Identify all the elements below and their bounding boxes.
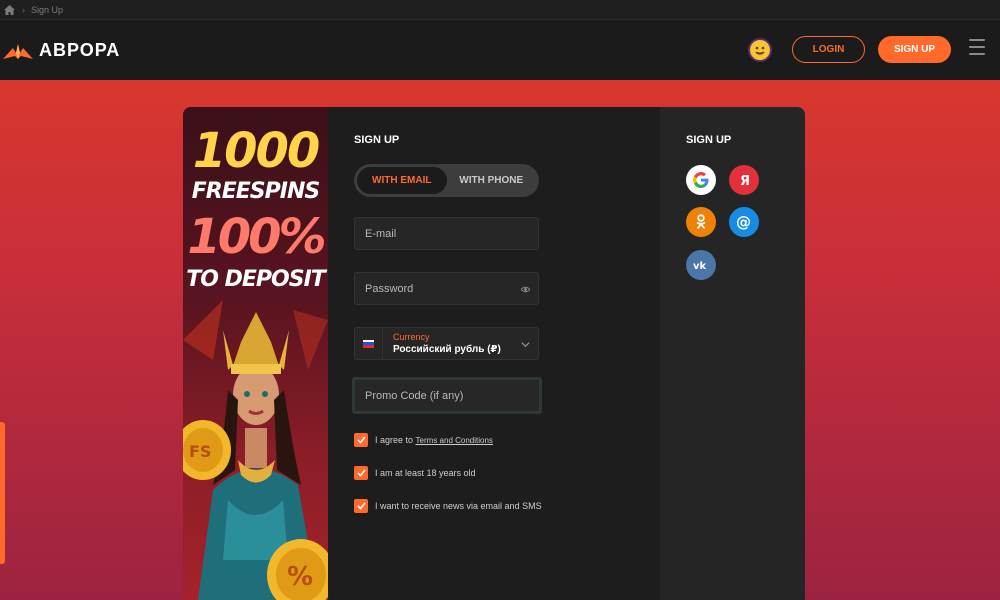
emoji-avatar-icon[interactable] [748,38,772,62]
currency-label: Currency [393,332,430,342]
google-signup-icon[interactable] [686,165,716,195]
home-icon[interactable] [4,4,16,16]
vk-signup-icon[interactable]: vk [686,250,716,280]
password-field-wrapper [354,272,539,305]
promo-character-illustration: FS % [183,300,328,600]
mail-signup-icon[interactable]: @ [729,207,759,237]
svg-text:Я: Я [740,174,749,187]
login-button[interactable]: LOGIN [792,36,865,63]
promo-freespins-count: 1000 [192,123,321,179]
news-checkbox[interactable] [354,499,368,513]
tab-with-email[interactable]: WITH EMAIL [357,167,447,194]
news-checkbox-row: I want to receive news via email and SMS [354,499,542,513]
signup-header-button[interactable]: SIGN UP [878,36,951,63]
terms-text: I agree to [375,435,414,445]
age-checkbox[interactable] [354,466,368,480]
promo-deposit-percent: 100% [187,209,326,265]
logo-icon [3,43,33,59]
show-password-icon[interactable] [521,285,530,294]
russia-flag-icon [355,328,383,359]
odnoklassniki-signup-icon[interactable] [686,207,716,237]
hamburger-menu-icon[interactable] [969,39,985,57]
site-logo[interactable]: АВРОРА [3,40,120,61]
password-field[interactable] [365,282,515,295]
promo-freespins-label: FREESPINS [191,179,320,204]
age-checkbox-row: I am at least 18 years old [354,466,476,480]
terms-link[interactable]: Terms and Conditions [416,436,493,445]
form-title: SIGN UP [354,134,400,146]
yandex-signup-icon[interactable]: Я [729,165,759,195]
terms-checkbox[interactable] [354,433,368,447]
signup-form: SIGN UP WITH EMAIL WITH PHONE Currency Р… [328,107,660,600]
signup-method-toggle: WITH EMAIL WITH PHONE [354,164,539,197]
promo-banner: 1000 FREESPINS 100% TO DEPOSIT FS % [183,107,328,600]
signup-modal: 1000 FREESPINS 100% TO DEPOSIT FS % SIGN… [183,107,805,600]
side-tab[interactable] [0,422,5,564]
age-text: I am at least 18 years old [375,468,476,478]
site-header: АВРОРА LOGIN SIGN UP [0,20,1000,80]
social-signup: SIGN UP Я @ vk [660,107,805,600]
promo-deposit-label: TO DEPOSIT [186,267,326,292]
logo-text: АВРОРА [39,40,121,60]
email-field-wrapper [354,217,539,250]
chevron-right-icon: › [22,4,25,15]
chevron-down-icon [521,342,530,348]
promo-code-field[interactable] [365,389,515,402]
svg-text:FS: FS [189,442,211,461]
news-text: I want to receive news via email and SMS [375,501,542,511]
currency-value: Российский рубль (₽) [393,344,501,355]
breadcrumb: › Sign Up [0,0,1000,20]
svg-text:@: @ [736,214,751,230]
breadcrumb-current: Sign Up [31,4,64,15]
terms-checkbox-row: I agree to Terms and Conditions [354,433,493,447]
svg-text:vk: vk [693,261,707,270]
promo-code-field-wrapper [352,377,542,414]
svg-text:%: % [287,562,313,592]
email-field[interactable] [365,227,515,240]
currency-select[interactable]: Currency Российский рубль (₽) [354,327,539,360]
tab-with-phone[interactable]: WITH PHONE [447,167,537,194]
social-title: SIGN UP [686,134,732,146]
